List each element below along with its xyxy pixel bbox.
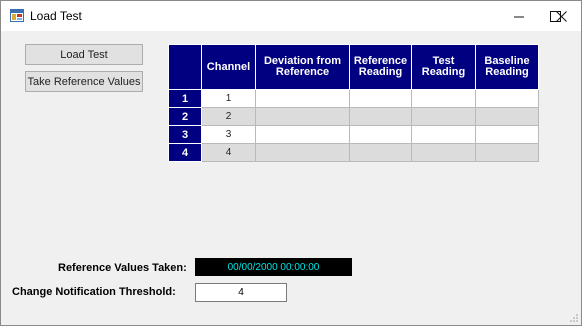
test-cell[interactable] [411, 125, 476, 144]
reference-timestamp-display: 00/00/2000 00:00:00 [195, 258, 352, 276]
channel-cell[interactable]: 3 [201, 125, 256, 144]
load-test-button[interactable]: Load Test [25, 44, 143, 65]
reference-cell[interactable] [349, 143, 412, 162]
column-header[interactable]: Baseline Reading [475, 44, 539, 90]
threshold-input[interactable] [195, 283, 287, 302]
window-title: Load Test [30, 9, 82, 23]
app-icon [10, 9, 24, 22]
minimize-icon [513, 16, 524, 17]
table-header-row: Channel Deviation from Reference Referen… [168, 44, 539, 90]
channel-cell[interactable]: 2 [201, 107, 256, 126]
deviation-cell[interactable] [255, 89, 350, 108]
row-header[interactable]: 2 [168, 107, 202, 126]
reference-values-taken-label: Reference Values Taken: [58, 262, 187, 274]
close-button[interactable] [542, 1, 580, 31]
column-header[interactable]: Channel [201, 44, 256, 90]
channel-cell[interactable]: 4 [201, 143, 256, 162]
table-row[interactable]: 1 1 [168, 89, 539, 108]
readings-table: Channel Deviation from Reference Referen… [168, 44, 539, 162]
column-header[interactable]: Deviation from Reference [255, 44, 350, 90]
close-icon [555, 10, 567, 22]
baseline-cell[interactable] [475, 89, 539, 108]
reference-cell[interactable] [349, 107, 412, 126]
reference-cell[interactable] [349, 125, 412, 144]
take-reference-values-button[interactable]: Take Reference Values [25, 71, 143, 92]
test-cell[interactable] [411, 143, 476, 162]
row-header[interactable]: 3 [168, 125, 202, 144]
baseline-cell[interactable] [475, 125, 539, 144]
baseline-cell[interactable] [475, 107, 539, 126]
deviation-cell[interactable] [255, 107, 350, 126]
resize-grip-icon[interactable] [569, 313, 579, 323]
threshold-label: Change Notification Threshold: [12, 286, 176, 298]
baseline-cell[interactable] [475, 143, 539, 162]
load-test-window: Load Test Load Test Take Reference Value… [0, 0, 582, 326]
row-header[interactable]: 1 [168, 89, 202, 108]
table-row[interactable]: 4 4 [168, 143, 539, 162]
channel-cell[interactable]: 1 [201, 89, 256, 108]
deviation-cell[interactable] [255, 125, 350, 144]
test-cell[interactable] [411, 107, 476, 126]
table-row[interactable]: 3 3 [168, 125, 539, 144]
table-row[interactable]: 2 2 [168, 107, 539, 126]
minimize-button[interactable] [500, 1, 538, 31]
column-header[interactable]: Reference Reading [349, 44, 412, 90]
test-cell[interactable] [411, 89, 476, 108]
table-corner-header[interactable] [168, 44, 202, 90]
reference-cell[interactable] [349, 89, 412, 108]
row-header[interactable]: 4 [168, 143, 202, 162]
deviation-cell[interactable] [255, 143, 350, 162]
title-bar[interactable]: Load Test [1, 1, 581, 31]
column-header[interactable]: Test Reading [411, 44, 476, 90]
